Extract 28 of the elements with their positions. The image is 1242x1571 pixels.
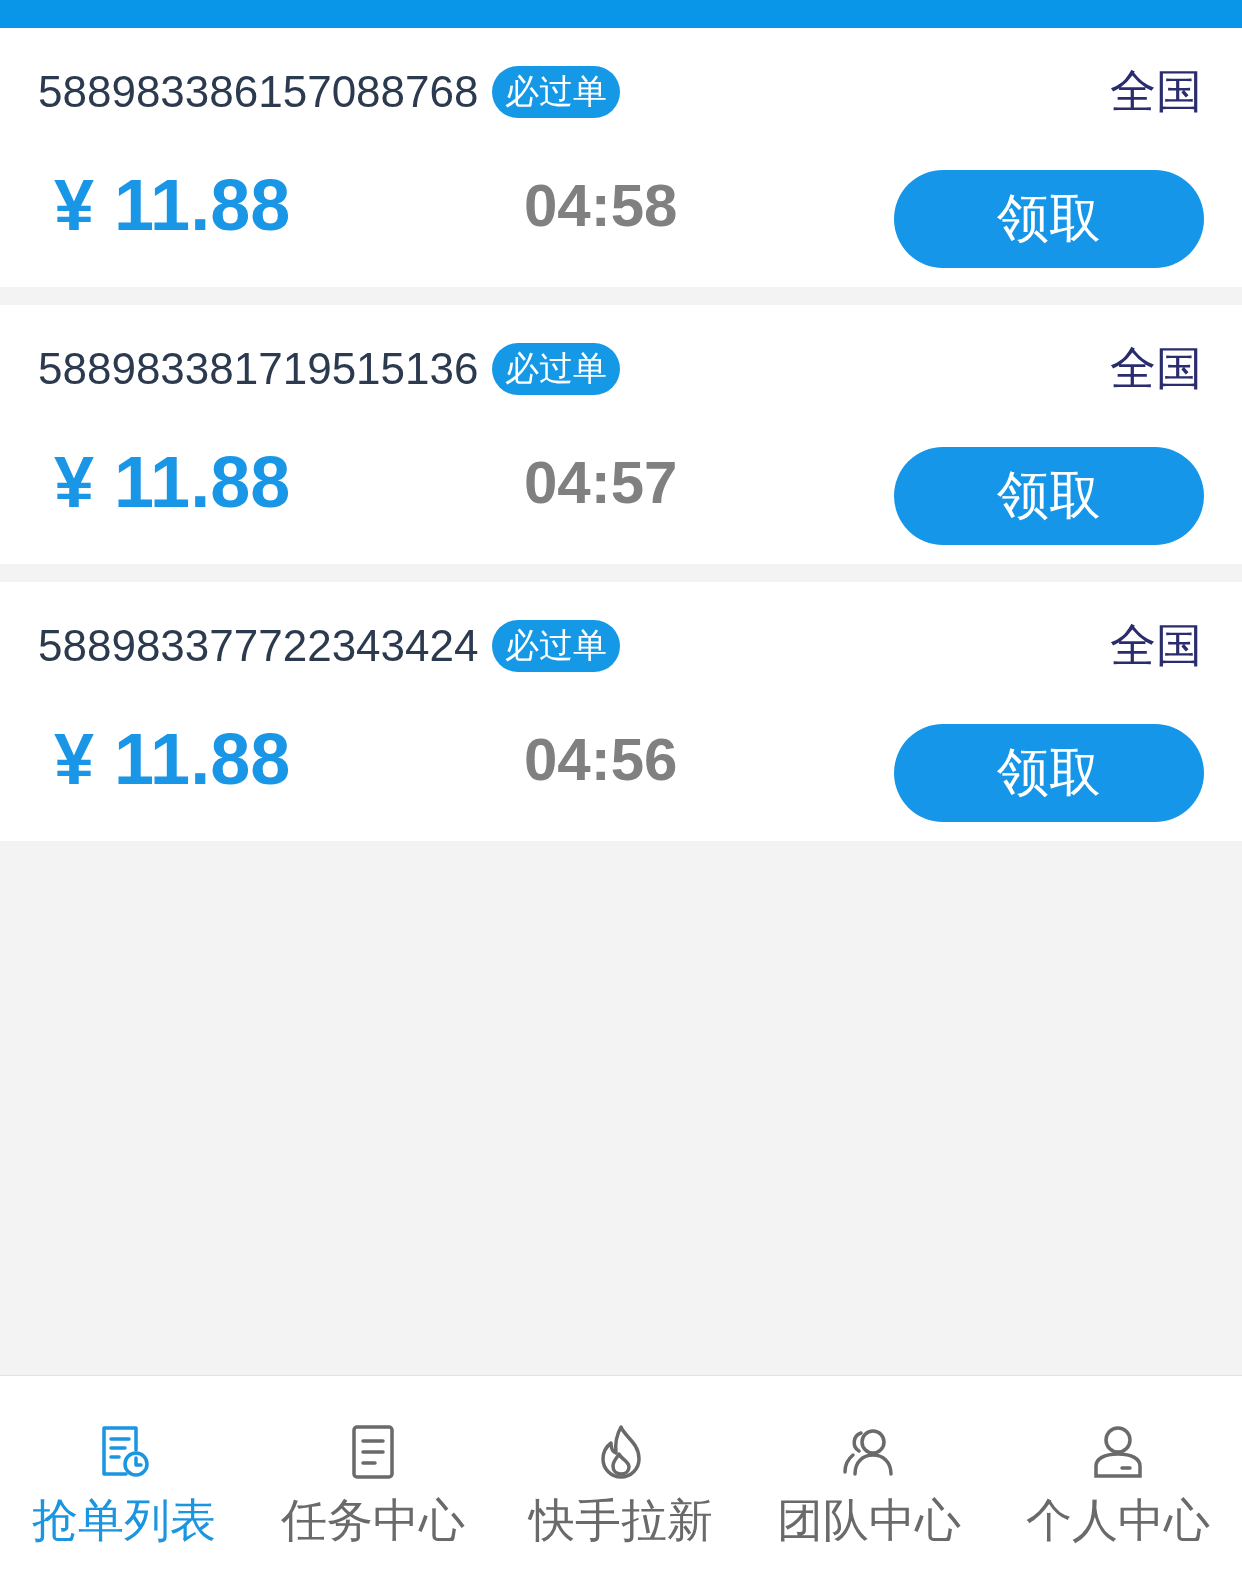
- region-label: 全国: [1110, 64, 1202, 119]
- order-number: 588983377722343424: [38, 621, 479, 671]
- tab-item[interactable]: 任务中心: [248, 1424, 497, 1571]
- tab-item[interactable]: 抢单列表: [0, 1424, 249, 1571]
- claim-button[interactable]: 领取: [894, 170, 1204, 268]
- tab-item[interactable]: 个人中心: [993, 1424, 1242, 1571]
- price: ¥ 11.88: [54, 441, 292, 523]
- claim-button[interactable]: 领取: [894, 724, 1204, 822]
- order-badge: 必过单: [492, 620, 621, 672]
- claim-button[interactable]: 领取: [894, 447, 1204, 545]
- region-label: 全国: [1110, 341, 1202, 396]
- region-label: 全国: [1110, 618, 1202, 673]
- order-badge: 必过单: [492, 343, 621, 395]
- tab-label: 团队中心: [777, 1493, 962, 1548]
- tab-label: 个人中心: [1025, 1493, 1210, 1548]
- price: ¥ 11.88: [54, 164, 292, 246]
- tab-label: 快手拉新: [529, 1493, 713, 1548]
- order-number: 588983386157088768: [38, 67, 479, 117]
- tab-item[interactable]: 快手拉新: [496, 1424, 746, 1571]
- tab-label: 任务中心: [280, 1493, 465, 1548]
- countdown: 04:57: [524, 447, 678, 517]
- price: ¥ 11.88: [54, 718, 292, 800]
- countdown: 04:56: [524, 724, 678, 794]
- tab-item[interactable]: 团队中心: [745, 1424, 994, 1571]
- order-badge: 必过单: [492, 66, 621, 118]
- order-number: 588983381719515136: [38, 344, 479, 394]
- tab-label: 抢单列表: [32, 1493, 217, 1548]
- countdown: 04:58: [524, 170, 678, 240]
